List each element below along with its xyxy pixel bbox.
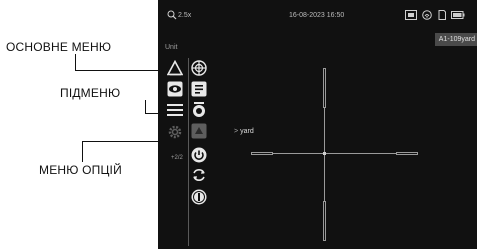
reticle-right-bar (396, 152, 418, 155)
selected-unit-value: > yard (234, 128, 254, 135)
reticle-horizontal-line (273, 153, 396, 154)
unit-icon[interactable] (191, 123, 207, 139)
datetime: 16-08-2023 16:50 (289, 12, 345, 19)
power-icon[interactable] (191, 147, 207, 163)
crosshair-icon[interactable] (191, 60, 207, 76)
reticle-left-bar (251, 152, 273, 155)
device-screen: 2.5x 16-08-2023 16:50 A1-109yard Unit +2… (158, 0, 477, 249)
document-icon[interactable] (191, 81, 207, 97)
list-icon[interactable] (167, 102, 183, 118)
menu-divider (188, 58, 189, 246)
main-menu-leader-vertical (75, 54, 76, 70)
scale-label: +2/2 (171, 155, 183, 161)
zoom-level: 2.5x (178, 12, 192, 19)
zero-icon[interactable] (191, 102, 207, 118)
range-tag: A1-109yard (434, 33, 477, 46)
reticle-center-dot (323, 152, 326, 155)
info-icon[interactable] (191, 189, 207, 205)
battery-icon (451, 11, 465, 19)
reticle-bottom-bar (323, 201, 326, 241)
reticle-top-bar (323, 68, 326, 108)
settings-icon[interactable] (167, 124, 183, 140)
main-menu-leader-horizontal (75, 70, 170, 71)
restore-icon[interactable] (191, 167, 207, 183)
selected-unit-label: yard (240, 128, 254, 135)
main-menu-callout: ОСНОВНЕ МЕНЮ (6, 40, 112, 54)
eye-icon[interactable] (167, 81, 183, 97)
submenu-callout: ПІДМЕНЮ (60, 86, 121, 100)
reticle-icon[interactable] (167, 60, 183, 76)
submenu-leader-vertical (145, 100, 146, 113)
sd-card-icon (438, 10, 446, 20)
options-menu-callout: МЕНЮ ОПЦІЙ (39, 163, 122, 177)
chevron-right-icon: > (234, 128, 239, 135)
photo-mode-icon (405, 10, 417, 20)
menu-title: Unit (165, 44, 178, 51)
wifi-icon (422, 10, 432, 20)
zoom-icon (167, 10, 177, 20)
options-leader-vertical (82, 141, 83, 162)
